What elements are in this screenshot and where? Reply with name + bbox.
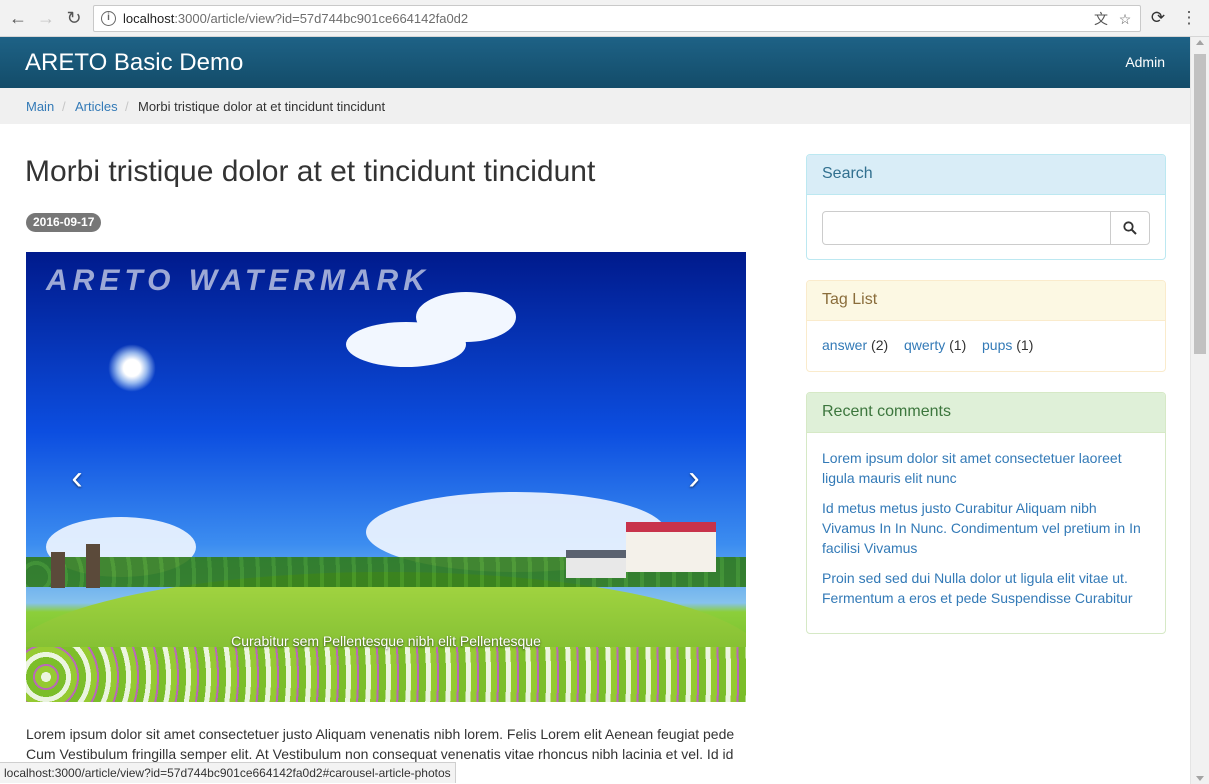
url-path: :3000/article/view?id=57d744bc901ce66414… bbox=[174, 11, 469, 26]
carousel-watermark: ARETO WATERMARK bbox=[46, 264, 430, 297]
carousel-caption: Curabitur sem Pellentesque nibh elit Pel… bbox=[231, 633, 541, 649]
search-input[interactable] bbox=[822, 211, 1111, 245]
tag-count: (2) bbox=[871, 337, 889, 353]
browser-status-bar: localhost:3000/article/view?id=57d744bc9… bbox=[0, 762, 456, 783]
tag-item: pups (1) bbox=[982, 337, 1033, 353]
comment-link[interactable]: Id metus metus justo Curabitur Aliquam n… bbox=[822, 498, 1152, 558]
search-panel: Search bbox=[806, 154, 1166, 260]
address-bar[interactable]: i localhost:3000/article/view?id=57d744b… bbox=[93, 5, 1141, 32]
tag-link-answer[interactable]: answer bbox=[822, 337, 867, 353]
breadcrumb: Main / Articles / Morbi tristique dolor … bbox=[0, 88, 1190, 124]
windmill-graphic bbox=[86, 544, 100, 588]
scroll-thumb[interactable] bbox=[1194, 54, 1206, 354]
scroll-down-arrow-icon[interactable] bbox=[1196, 776, 1204, 781]
reload-icon[interactable]: ↻ bbox=[64, 8, 84, 28]
tag-list-panel: Tag List answer (2) qwerty (1) pups (1) bbox=[806, 280, 1166, 372]
page-scrollbar[interactable] bbox=[1190, 37, 1209, 784]
tag-item: qwerty (1) bbox=[904, 337, 966, 353]
breadcrumb-current: Morbi tristique dolor at et tincidunt ti… bbox=[138, 99, 386, 114]
forward-icon[interactable]: → bbox=[36, 8, 56, 28]
search-button[interactable] bbox=[1110, 211, 1150, 245]
tag-count: (1) bbox=[1016, 337, 1034, 353]
bookmark-star-icon[interactable]: ☆ bbox=[1116, 11, 1134, 28]
carousel-next-button[interactable]: › bbox=[679, 460, 709, 496]
cloud-graphic bbox=[416, 292, 516, 342]
recent-comments-panel: Recent comments Lorem ipsum dolor sit am… bbox=[806, 392, 1166, 634]
flowers-graphic bbox=[26, 647, 746, 702]
translate-icon[interactable]: 文 bbox=[1092, 11, 1110, 28]
sun-graphic bbox=[108, 344, 156, 392]
navbar-brand[interactable]: ARETO Basic Demo bbox=[25, 49, 243, 77]
chevron-left-icon: ‹ bbox=[71, 459, 83, 497]
breadcrumb-articles-link[interactable]: Articles bbox=[75, 99, 118, 114]
article-photo-carousel[interactable]: ARETO WATERMARK ‹ › Curabitur sem Pellen… bbox=[26, 252, 746, 702]
page-viewport: ARETO Basic Demo Admin Main / Articles /… bbox=[0, 37, 1190, 784]
back-icon[interactable]: ← bbox=[8, 8, 28, 28]
comment-link[interactable]: Proin sed sed dui Nulla dolor ut ligula … bbox=[822, 568, 1152, 608]
article-title: Morbi tristique dolor at et tincidunt ti… bbox=[25, 155, 596, 188]
admin-link[interactable]: Admin bbox=[1125, 54, 1165, 70]
site-info-icon[interactable]: i bbox=[101, 11, 116, 26]
article-body: Lorem ipsum dolor sit amet consectetuer … bbox=[26, 726, 735, 762]
tag-link-qwerty[interactable]: qwerty bbox=[904, 337, 945, 353]
carousel-prev-button[interactable]: ‹ bbox=[62, 460, 92, 496]
house-graphic bbox=[566, 550, 626, 578]
breadcrumb-main-link[interactable]: Main bbox=[26, 99, 54, 114]
scroll-up-arrow-icon[interactable] bbox=[1196, 40, 1204, 45]
search-panel-heading: Search bbox=[807, 155, 1165, 195]
tag-item: answer (2) bbox=[822, 337, 888, 353]
browser-menu-icon[interactable]: ⋮ bbox=[1180, 8, 1198, 28]
windmill-graphic bbox=[51, 552, 65, 588]
breadcrumb-separator: / bbox=[62, 99, 66, 114]
address-url[interactable]: localhost:3000/article/view?id=57d744bc9… bbox=[123, 11, 468, 26]
search-icon bbox=[1123, 221, 1137, 235]
house-graphic bbox=[626, 522, 716, 572]
url-host: localhost bbox=[123, 11, 175, 26]
breadcrumb-separator: / bbox=[125, 99, 129, 114]
comment-link[interactable]: Lorem ipsum dolor sit amet consectetuer … bbox=[822, 448, 1152, 488]
tag-link-pups[interactable]: pups bbox=[982, 337, 1012, 353]
extension-icon[interactable]: ⟳ bbox=[1148, 8, 1168, 28]
navbar: ARETO Basic Demo Admin bbox=[0, 37, 1190, 88]
browser-toolbar: ← → ↻ i localhost:3000/article/view?id=5… bbox=[0, 0, 1209, 37]
tag-list-heading: Tag List bbox=[807, 281, 1165, 321]
tag-count: (1) bbox=[949, 337, 967, 353]
chevron-right-icon: › bbox=[688, 459, 700, 497]
recent-comments-heading: Recent comments bbox=[807, 393, 1165, 433]
article-date-badge: 2016-09-17 bbox=[26, 213, 102, 232]
